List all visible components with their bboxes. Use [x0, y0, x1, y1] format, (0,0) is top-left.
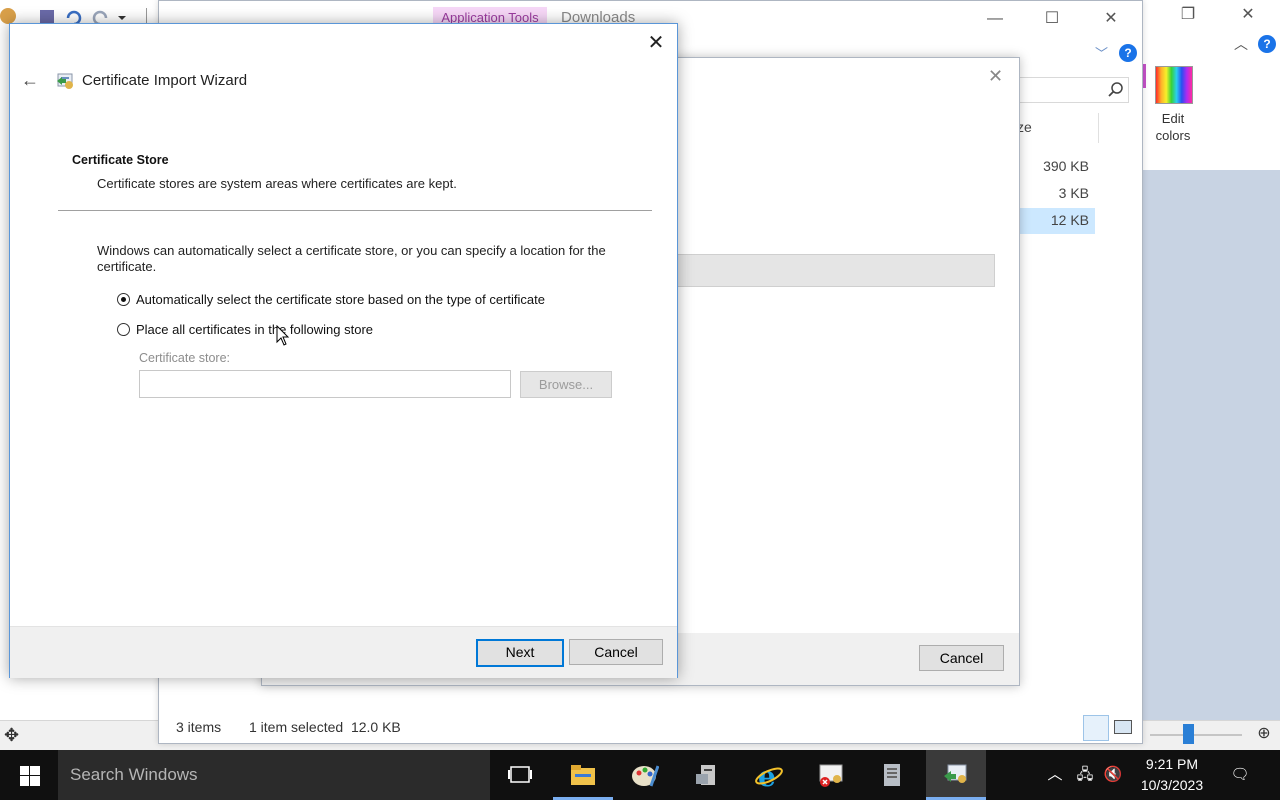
zoom-in-icon[interactable]: ⊕	[1256, 726, 1272, 742]
minimize-icon[interactable]: —	[975, 5, 1015, 33]
mouse-cursor-icon	[276, 325, 290, 346]
header-divider	[58, 210, 652, 211]
task-view-icon	[508, 766, 532, 783]
taskbar-search-placeholder: Search Windows	[70, 765, 198, 784]
wizard-footer: Next Cancel	[10, 626, 677, 678]
auto-select-radio[interactable]	[117, 293, 130, 306]
network-icon[interactable]: 🖧	[1074, 750, 1096, 800]
zoom-slider-thumb[interactable]	[1183, 724, 1194, 744]
internet-explorer-icon: e	[755, 762, 783, 788]
taskbar-server-manager[interactable]	[677, 750, 737, 800]
back-arrow-icon[interactable]: ←	[18, 68, 42, 92]
page-subheading: Certificate stores are system areas wher…	[97, 176, 457, 191]
page-heading: Certificate Store	[72, 153, 169, 167]
close-icon[interactable]: ✕	[1228, 1, 1268, 29]
taskbar: Search Windows e ︿ 🖧 🔇 9:21 PM 10/3/2023…	[0, 750, 1280, 800]
auto-select-option[interactable]: Automatically select the certificate sto…	[117, 292, 587, 310]
taskbar-internet-explorer[interactable]: e	[739, 750, 799, 800]
item-count: 3 items	[176, 719, 222, 735]
cancel-button[interactable]: Cancel	[569, 639, 663, 665]
taskbar-search-box[interactable]: Search Windows	[58, 750, 490, 800]
file-explorer-icon	[571, 765, 595, 785]
customize-dropdown-icon	[118, 16, 126, 20]
search-icon	[1108, 82, 1123, 97]
clock-time: 9:21 PM	[1145, 756, 1199, 772]
start-button[interactable]	[0, 750, 58, 800]
show-hidden-icons-icon[interactable]: ︿	[1044, 750, 1066, 800]
large-icons-view-icon[interactable]	[1114, 720, 1132, 734]
next-button[interactable]: Next	[476, 639, 564, 667]
cert-dialog-close-icon[interactable]: ✕	[988, 66, 1003, 87]
explorer-help-icon[interactable]: ?	[1119, 44, 1137, 62]
paint-canvas-area	[1142, 170, 1280, 720]
edit-colors-label-line2: colors	[1155, 128, 1191, 143]
manual-store-option[interactable]: Place all certificates in the following …	[117, 322, 417, 340]
help-icon[interactable]: ?	[1258, 35, 1276, 53]
clock-date: 10/3/2023	[1140, 777, 1204, 793]
explorer-close-icon[interactable]: ✕	[1091, 5, 1131, 33]
server-manager-icon	[696, 765, 715, 785]
taskbar-certificate-wizard[interactable]	[926, 750, 986, 800]
certificate-import-wizard: ✕ ← Certificate Import Wizard Certificat…	[9, 23, 678, 678]
expand-ribbon-icon[interactable]: ﹀	[1095, 43, 1108, 62]
search-input[interactable]	[1019, 77, 1129, 103]
manual-store-radio[interactable]	[117, 323, 130, 336]
cert-dialog-field	[677, 254, 995, 287]
wizard-title: Certificate Import Wizard	[82, 72, 248, 89]
taskbar-clock[interactable]: 9:21 PM 10/3/2023	[1138, 754, 1206, 796]
zoom-slider-track[interactable]	[1150, 734, 1242, 736]
windows-logo-icon	[20, 766, 40, 786]
taskbar-paint[interactable]	[615, 750, 675, 800]
paint-icon	[632, 765, 659, 787]
selection-info: 1 item selected 12.0 KB	[249, 719, 401, 735]
browse-button[interactable]: Browse...	[520, 371, 612, 398]
wizard-close-icon[interactable]: ✕	[642, 30, 670, 56]
file-size: 12 KB	[1050, 212, 1089, 228]
collapse-ribbon-icon[interactable]: ︿	[1234, 34, 1248, 52]
file-size: 390 KB	[1043, 158, 1089, 174]
certificate-manager-icon	[819, 764, 843, 787]
edit-colors-label-line1: Edit	[1161, 111, 1185, 126]
file-size: 3 KB	[1058, 185, 1089, 201]
taskbar-file-explorer[interactable]	[553, 750, 613, 800]
edit-colors-button[interactable]: Edit colors	[1150, 110, 1196, 144]
manual-store-label[interactable]: Place all certificates in the following …	[136, 322, 373, 337]
page-description: Windows can automatically select a certi…	[97, 243, 606, 274]
auto-select-label[interactable]: Automatically select the certificate sto…	[136, 292, 545, 307]
taskbar-documents[interactable]	[862, 750, 922, 800]
move-icon: ✥	[4, 725, 20, 745]
edit-colors-icon[interactable]	[1155, 66, 1193, 104]
documents-icon	[884, 764, 900, 786]
restore-icon[interactable]: ❐	[1168, 1, 1208, 29]
details-view-icon[interactable]	[1083, 715, 1109, 741]
cert-dialog-cancel-button[interactable]: Cancel	[919, 645, 1004, 671]
taskbar-certificate-manager[interactable]	[801, 750, 861, 800]
action-center-icon[interactable]: 🗨	[1228, 750, 1252, 800]
certificate-store-input[interactable]	[139, 370, 511, 398]
certificate-store-label: Certificate store:	[139, 351, 231, 365]
certificate-icon	[57, 73, 73, 89]
volume-muted-icon[interactable]: 🔇	[1102, 750, 1124, 800]
task-view-button[interactable]	[490, 750, 550, 800]
save-icon	[40, 10, 54, 23]
paint-app-icon	[0, 8, 16, 24]
explorer-statusbar: 3 items 1 item selected 12.0 KB	[159, 713, 1140, 742]
maximize-icon[interactable]: ☐	[1032, 5, 1072, 33]
certificate-wizard-icon	[944, 764, 967, 783]
